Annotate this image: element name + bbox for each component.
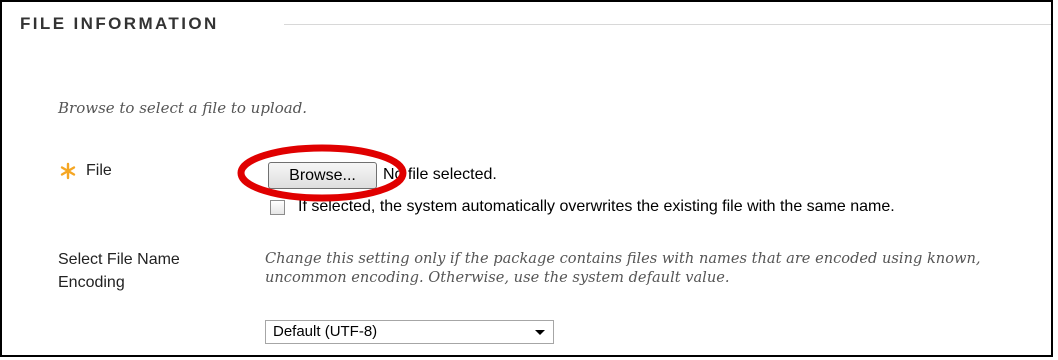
overwrite-checkbox-label: If selected, the system automatically ov… [298, 198, 895, 215]
encoding-select[interactable]: Default (UTF-8) [265, 320, 554, 344]
encoding-select-value: Default (UTF-8) [273, 323, 378, 340]
file-information-panel: FILE INFORMATION Browse to select a file… [0, 0, 1053, 357]
encoding-help-text: Change this setting only if the package … [265, 250, 981, 286]
section-title: FILE INFORMATION [20, 14, 219, 33]
required-asterisk-icon [60, 162, 76, 180]
file-label: File [86, 162, 112, 179]
chevron-down-icon [535, 330, 545, 335]
section-divider [284, 24, 1051, 25]
overwrite-checkbox[interactable] [270, 200, 285, 215]
no-file-selected-text: No file selected. [383, 166, 497, 183]
browse-button[interactable]: Browse... [268, 162, 377, 189]
upload-instructions: Browse to select a file to upload. [58, 99, 308, 117]
encoding-label: Select File Name Encoding [58, 251, 180, 291]
